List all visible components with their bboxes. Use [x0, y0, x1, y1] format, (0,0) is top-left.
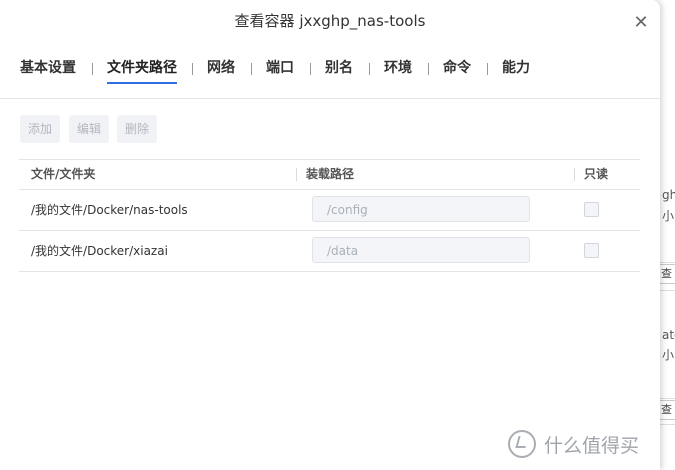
- tab-folder-path[interactable]: 文件夹路径: [107, 58, 177, 84]
- tab-bar: 基本设置 文件夹路径 网络 端口 别名 环境 命令 能力: [0, 42, 660, 99]
- container-details-dialog: 查看容器 jxxghp_nas-tools ✕ 基本设置 文件夹路径 网络 端口…: [0, 0, 660, 470]
- tab-divider: [369, 63, 370, 75]
- background-more-button[interactable]: 查多: [658, 264, 675, 284]
- watermark-text: 什么值得买: [544, 434, 640, 457]
- row-path: /我的文件/Docker/nas-tools: [31, 203, 188, 217]
- readonly-checkbox[interactable]: [584, 243, 599, 258]
- column-header-path[interactable]: 文件/文件夹: [31, 160, 95, 189]
- zhide-logo-icon: [508, 430, 536, 458]
- table-header: 文件/文件夹 装载路径 只读: [19, 159, 640, 190]
- tab-divider: [310, 63, 311, 75]
- background-divider: [658, 398, 675, 399]
- volume-table: 文件/文件夹 装载路径 只读 /我的文件/Docker/nas-tools /c…: [19, 159, 640, 272]
- column-divider: [574, 168, 575, 181]
- readonly-checkbox[interactable]: [584, 202, 599, 217]
- column-header-readonly[interactable]: 只读: [584, 160, 608, 189]
- tab-divider: [251, 63, 252, 75]
- edit-button[interactable]: 编辑: [69, 115, 110, 143]
- background-divider: [658, 424, 675, 425]
- tab-divider: [92, 63, 93, 75]
- tab-network[interactable]: 网络: [207, 58, 235, 84]
- tab-divider: [192, 63, 193, 75]
- tab-divider: [428, 63, 429, 75]
- watermark: 什么值得买: [508, 428, 639, 460]
- tab-environment[interactable]: 环境: [384, 58, 412, 84]
- row-path: /我的文件/Docker/xiazai: [31, 244, 168, 258]
- tab-basic-settings[interactable]: 基本设置: [20, 58, 76, 84]
- background-more-button[interactable]: 查多: [658, 400, 675, 420]
- mount-path-input[interactable]: /data: [312, 237, 530, 263]
- background-text: ght: [662, 188, 675, 202]
- tab-alias[interactable]: 别名: [325, 58, 353, 84]
- column-header-mount[interactable]: 装载路径: [306, 160, 354, 189]
- background-divider: [658, 262, 675, 263]
- table-row[interactable]: /我的文件/Docker/nas-tools /config: [19, 190, 640, 231]
- tab-command[interactable]: 命令: [443, 58, 471, 84]
- close-icon[interactable]: ✕: [632, 14, 650, 32]
- table-row[interactable]: /我的文件/Docker/xiazai /data: [19, 231, 640, 272]
- background-divider: [658, 290, 675, 291]
- mount-path-input[interactable]: /config: [312, 196, 530, 222]
- delete-button[interactable]: 删除: [117, 115, 158, 143]
- background-text: 小: [662, 348, 675, 362]
- tab-ports[interactable]: 端口: [266, 58, 294, 84]
- background-text: ate: [662, 328, 675, 342]
- dialog-title: 查看容器 jxxghp_nas-tools: [234, 12, 426, 30]
- background-text: 小: [662, 209, 675, 223]
- column-divider: [296, 168, 297, 181]
- add-button[interactable]: 添加: [20, 115, 61, 143]
- tab-capabilities[interactable]: 能力: [502, 58, 530, 84]
- tab-divider: [487, 63, 488, 75]
